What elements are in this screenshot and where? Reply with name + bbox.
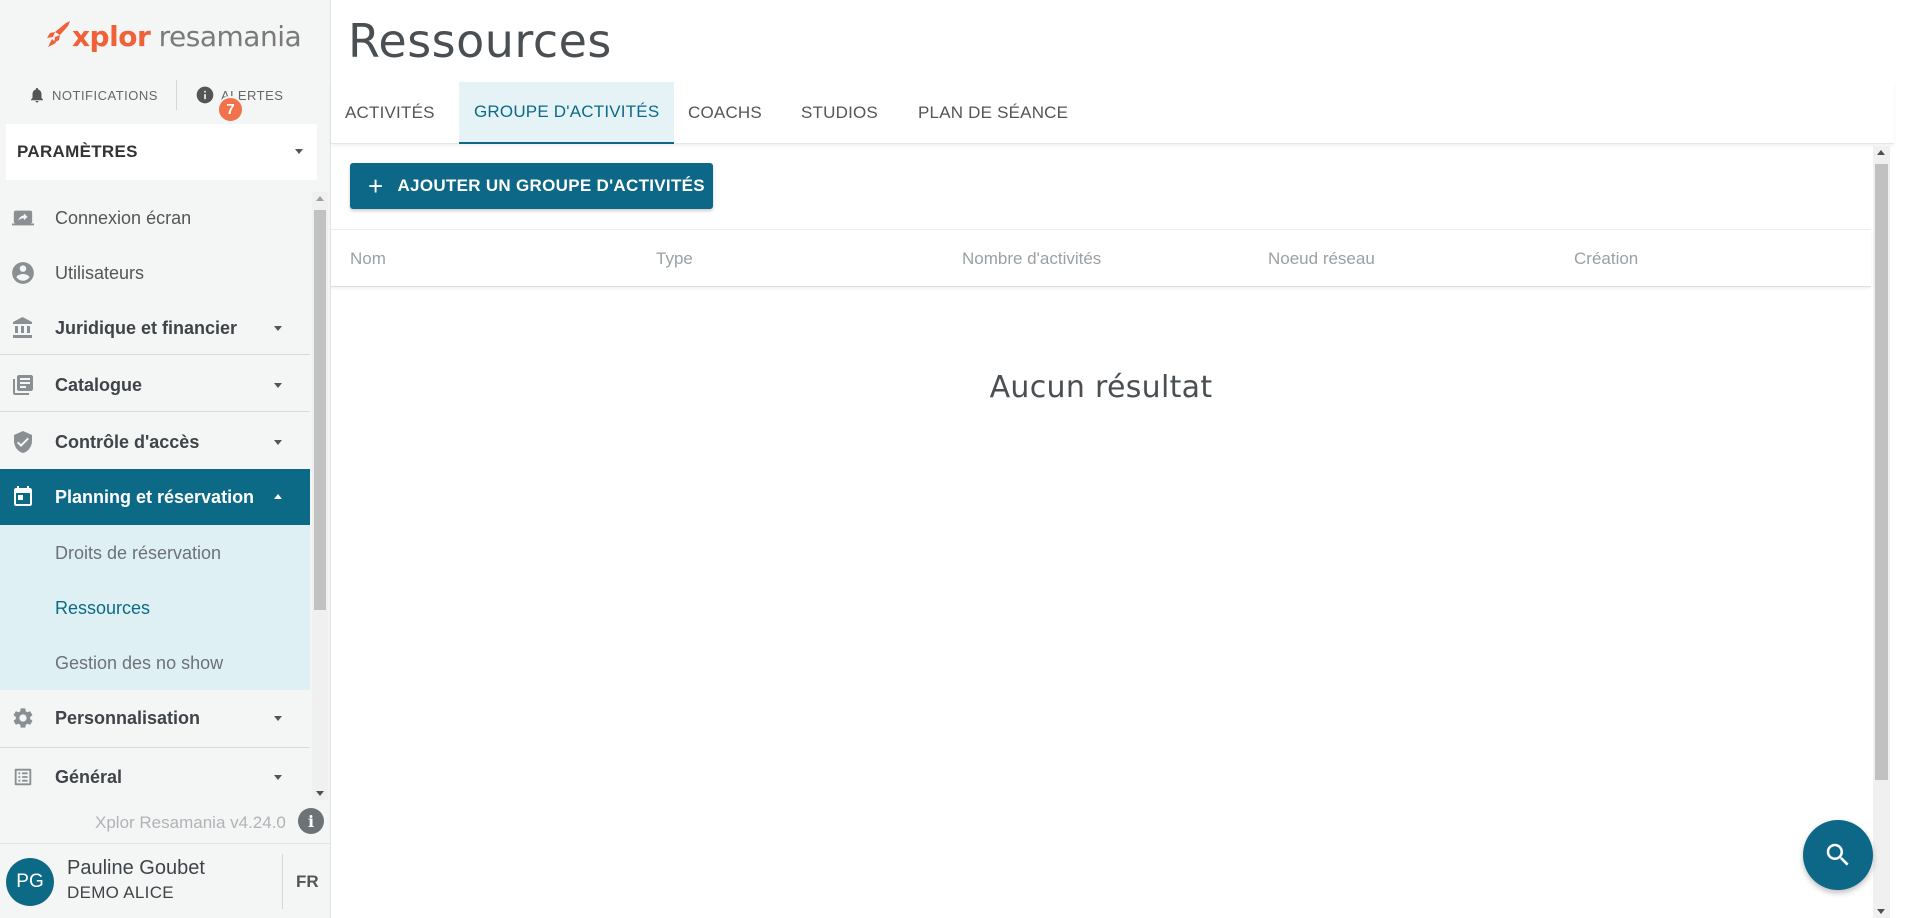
- menu-divider: [0, 747, 310, 748]
- add-activity-group-button[interactable]: + AJOUTER UN GROUPE D'ACTIVITÉS: [350, 163, 713, 209]
- user-name: Pauline Goubet: [67, 857, 205, 879]
- menu-divider: [0, 411, 310, 412]
- language-switch[interactable]: FR: [296, 872, 319, 892]
- sidebar-scroll-thumb[interactable]: [314, 210, 326, 610]
- tab-groupe-activites[interactable]: GROUPE D'ACTIVITÉS: [459, 82, 675, 144]
- sidebar-item-label: Catalogue: [55, 374, 143, 395]
- gear-icon: [10, 705, 36, 731]
- submenu-item-droits-reservation[interactable]: Droits de réservation: [55, 543, 221, 564]
- xplor-resamania-logo[interactable]: xplor resamania: [46, 16, 302, 56]
- shield-check-icon: [10, 429, 36, 455]
- sidebar: xplor resamania NOTIFICATIONS ALERTES 7 …: [0, 0, 331, 918]
- add-button-label: AJOUTER UN GROUPE D'ACTIVITÉS: [397, 176, 705, 195]
- notifications-label: NOTIFICATIONS: [52, 87, 158, 103]
- sidebar-item-general[interactable]: Général: [0, 749, 310, 800]
- table-header: Nom Type Nombre d'activités Noeud réseau…: [331, 229, 1871, 287]
- bank-icon: [10, 315, 36, 341]
- submenu-item-gestion-no-show[interactable]: Gestion des no show: [55, 653, 223, 674]
- brand-xplor: xplor: [72, 19, 151, 53]
- sidebar-item-controle-acces[interactable]: Contrôle d'accès: [0, 414, 310, 470]
- alerts-count-badge: 7: [217, 96, 244, 123]
- tab-plan-de-seance[interactable]: PLAN DE SÉANCE: [918, 82, 1068, 144]
- scroll-down-arrow-icon[interactable]: [1877, 909, 1885, 914]
- notifications-button[interactable]: NOTIFICATIONS: [28, 85, 158, 105]
- section-select-value: PARAMÈTRES: [17, 142, 138, 161]
- column-header-nom[interactable]: Nom: [350, 249, 386, 269]
- info-icon[interactable]: i: [298, 808, 324, 834]
- sidebar-item-label: Connexion écran: [55, 207, 192, 228]
- calendar-icon: [10, 484, 36, 510]
- sidebar-scrollbar[interactable]: [312, 192, 328, 800]
- user-divider: [282, 854, 283, 909]
- sidebar-item-planning-reservation[interactable]: Planning et réservation: [0, 469, 310, 525]
- sidebar-menu: Connexion écran Utilisateurs Juridique e…: [0, 190, 310, 800]
- bell-icon: [31, 87, 43, 103]
- brand-name: xplor resamania: [72, 19, 302, 53]
- sidebar-item-catalogue[interactable]: Catalogue: [0, 357, 310, 413]
- menu-divider: [0, 354, 310, 355]
- user-circle-icon: [10, 260, 36, 286]
- scroll-up-arrow-icon[interactable]: [1877, 150, 1885, 155]
- search-icon: [1826, 843, 1849, 866]
- column-header-creation[interactable]: Création: [1574, 249, 1638, 269]
- search-fab-button[interactable]: [1803, 820, 1873, 890]
- planning-submenu: Droits de réservation Ressources Gestion…: [0, 525, 310, 690]
- tab-coachs[interactable]: COACHS: [688, 82, 762, 144]
- main-scroll-thumb[interactable]: [1875, 164, 1888, 780]
- library-books-icon: [10, 372, 36, 398]
- main-content: + AJOUTER UN GROUPE D'ACTIVITÉS Nom Type…: [331, 146, 1871, 918]
- sidebar-item-label: Juridique et financier: [55, 317, 238, 338]
- sidebar-item-connexion-ecran[interactable]: Connexion écran: [0, 190, 310, 246]
- chevron-down-icon: [274, 775, 282, 780]
- list-icon: [10, 764, 36, 790]
- submenu-item-ressources[interactable]: Ressources: [55, 598, 150, 619]
- sidebar-item-label: Général: [55, 766, 123, 787]
- tab-activites[interactable]: ACTIVITÉS: [345, 82, 435, 144]
- notif-divider: [175, 80, 177, 110]
- plus-icon: +: [368, 171, 384, 201]
- rocket-logo-icon: [47, 21, 70, 47]
- column-header-type[interactable]: Type: [656, 249, 693, 269]
- sidebar-item-label: Personnalisation: [55, 707, 201, 728]
- sidebar-item-label: Utilisateurs: [55, 262, 145, 283]
- user-organization: DEMO ALICE: [67, 883, 174, 902]
- sidebar-item-personnalisation[interactable]: Personnalisation: [0, 690, 310, 746]
- chevron-down-icon: [295, 149, 303, 154]
- sidebar-item-label: Planning et réservation: [55, 486, 255, 507]
- app-version: Xplor Resamania v4.24.0: [95, 813, 286, 832]
- brand-resamania: resamania: [150, 19, 302, 53]
- sidebar-item-label: Contrôle d'accès: [55, 431, 200, 452]
- chevron-up-icon: [274, 494, 282, 499]
- column-header-noeud-reseau[interactable]: Noeud réseau: [1268, 249, 1375, 269]
- scroll-up-arrow-icon[interactable]: [316, 196, 324, 201]
- page-title: Ressources: [348, 14, 612, 68]
- chevron-down-icon: [274, 326, 282, 331]
- chevron-down-icon: [274, 716, 282, 721]
- avatar[interactable]: PG: [6, 858, 54, 906]
- info-icon: [196, 86, 214, 104]
- chevron-down-icon: [274, 440, 282, 445]
- section-select[interactable]: PARAMÈTRES: [6, 124, 317, 180]
- user-bar: PG Pauline Goubet DEMO ALICE FR: [0, 843, 331, 918]
- column-header-nombre-activites[interactable]: Nombre d'activités: [962, 249, 1101, 269]
- scroll-down-arrow-icon[interactable]: [316, 791, 324, 796]
- sidebar-item-utilisateurs[interactable]: Utilisateurs: [0, 245, 310, 301]
- chevron-down-icon: [274, 383, 282, 388]
- main-scrollbar[interactable]: [1873, 146, 1890, 918]
- screen-share-icon: [10, 205, 36, 231]
- notification-bar: NOTIFICATIONS ALERTES: [0, 80, 331, 110]
- tab-studios[interactable]: STUDIOS: [801, 82, 878, 144]
- empty-state-message: Aucun résultat: [989, 370, 1213, 405]
- sidebar-item-juridique[interactable]: Juridique et financier: [0, 300, 310, 356]
- resource-tabs: ACTIVITÉS GROUPE D'ACTIVITÉS COACHS STUD…: [331, 82, 1894, 144]
